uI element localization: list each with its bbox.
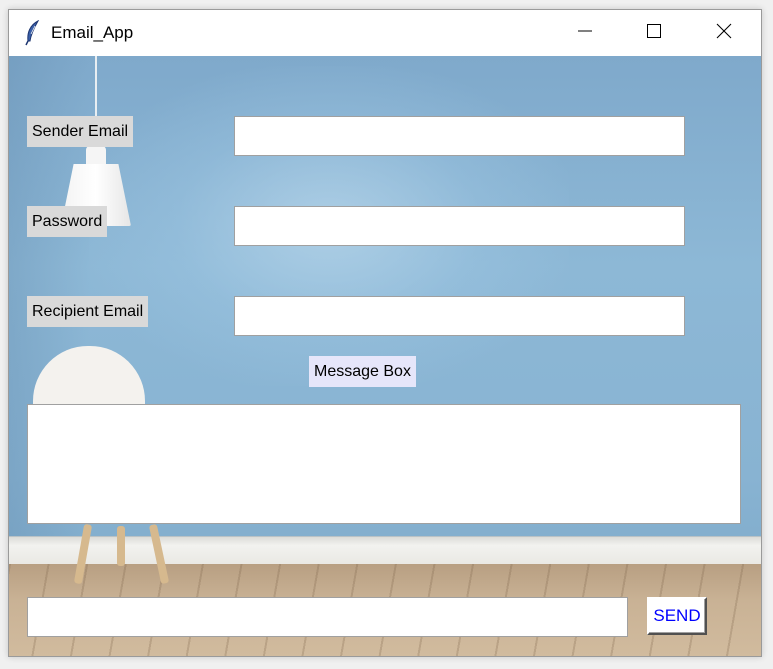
close-button[interactable] [701, 10, 747, 56]
sender-email-label: Sender Email [27, 116, 134, 147]
password-input[interactable] [234, 206, 685, 246]
window-title: Email_App [51, 23, 134, 42]
minimize-button[interactable] [562, 10, 608, 56]
lamp-cap [86, 146, 106, 166]
password-label: Password [27, 206, 108, 237]
app-canvas: Sender Email Password Recipient Email Me… [9, 56, 761, 656]
maximize-button[interactable] [631, 10, 677, 56]
recipient-email-input[interactable] [234, 296, 685, 336]
sender-email-input[interactable] [234, 116, 685, 156]
message-box-label: Message Box [309, 356, 416, 387]
maximize-icon [646, 23, 662, 44]
feather-icon [23, 19, 43, 46]
message-textbox[interactable] [27, 404, 741, 524]
chair-leg [117, 526, 125, 566]
recipient-email-label: Recipient Email [27, 296, 149, 327]
minimize-icon [577, 23, 593, 44]
title-bar[interactable]: Email_App [9, 10, 761, 56]
status-input[interactable] [27, 597, 628, 637]
close-icon [716, 23, 732, 44]
send-button[interactable]: SEND [647, 597, 707, 635]
email-app-window: Email_App Sender Email Password Recipien… [8, 9, 762, 657]
